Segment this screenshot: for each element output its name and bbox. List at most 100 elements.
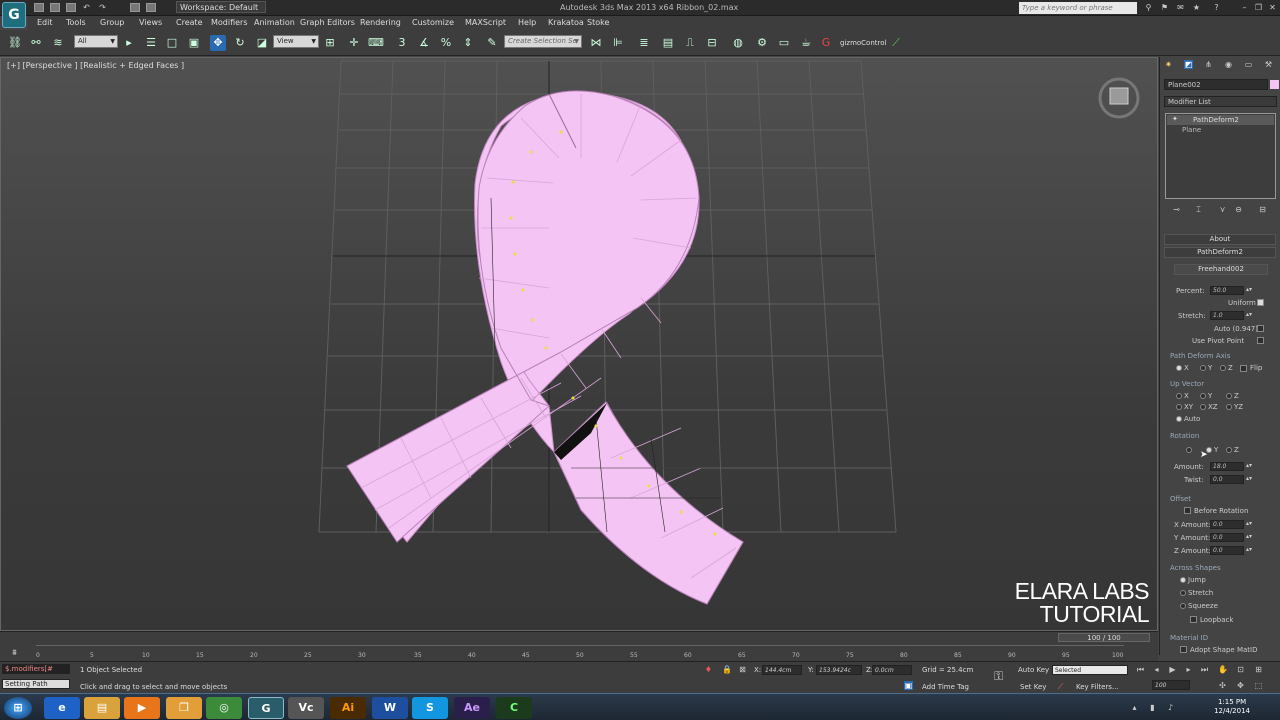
angle-snap-icon[interactable]: ∡	[416, 35, 432, 51]
taskbar-app-skype[interactable]: S	[412, 697, 448, 719]
squeeze-radio[interactable]	[1180, 603, 1186, 609]
x-coordinate-field[interactable]: 144.4cm	[762, 665, 802, 675]
zoom-extents-all-icon[interactable]: ⊞	[1254, 665, 1263, 674]
3dsmax-taskbar-icon[interactable]: G	[248, 697, 284, 719]
flip-checkbox[interactable]	[1240, 365, 1247, 372]
uniform-checkbox[interactable]	[1257, 299, 1264, 306]
keyboard-shortcut-icon[interactable]: ⌨	[368, 35, 384, 51]
up-y-radio[interactable]	[1200, 393, 1206, 399]
mirror-icon[interactable]: ⋈	[588, 35, 604, 51]
modifier-list-dropdown[interactable]: Modifier List	[1164, 96, 1277, 107]
minimize-icon[interactable]: –	[1240, 3, 1249, 12]
menu-create[interactable]: Create	[176, 18, 203, 27]
gizmo-control-label[interactable]: gizmoControl	[840, 39, 886, 47]
pin-stack-icon[interactable]: ⊸	[1172, 205, 1181, 214]
snaps-toggle-icon[interactable]: 3	[394, 35, 410, 51]
axis-z-radio[interactable]	[1220, 365, 1226, 371]
stretch-spinner[interactable]: 1.0	[1210, 311, 1252, 320]
tray-arrow-icon[interactable]: ▴	[1130, 703, 1139, 712]
time-tag-icon[interactable]: ▣	[904, 681, 913, 690]
spinner-snap-icon[interactable]: ⇕	[460, 35, 476, 51]
percent-snap-icon[interactable]: %	[438, 35, 454, 51]
communication-icon[interactable]: ✉	[1176, 3, 1185, 12]
taskbar-app-cinema[interactable]: C	[496, 697, 532, 719]
current-frame-field[interactable]: 100	[1152, 680, 1190, 690]
percent-spinner[interactable]: 50.0	[1210, 286, 1252, 295]
adopt-matid-checkbox[interactable]	[1180, 646, 1187, 653]
menu-animation[interactable]: Animation	[254, 18, 295, 27]
prev-frame-icon[interactable]: ◂	[1152, 665, 1161, 674]
isolate-icon[interactable]: ♦	[704, 665, 713, 674]
named-selection-set-dropdown[interactable]: Create Selection Se	[504, 35, 582, 48]
new-file-icon[interactable]	[34, 3, 44, 12]
time-slider[interactable]: 100 / 100	[1058, 633, 1150, 642]
set-key-button[interactable]: Set Key	[1020, 683, 1046, 691]
open-file-icon[interactable]	[50, 3, 60, 12]
select-manipulate-icon[interactable]: ✛	[346, 35, 362, 51]
maxscript-listener-line1[interactable]: $.modifiers[#	[2, 664, 70, 674]
pivot-center-icon[interactable]: ⊞	[322, 35, 338, 51]
menu-modifiers[interactable]: Modifiers	[211, 18, 248, 27]
menu-customize[interactable]: Customize	[412, 18, 454, 27]
add-time-tag[interactable]: Add Time Tag	[922, 683, 969, 691]
app-logo-icon[interactable]: G	[2, 2, 26, 28]
up-x-radio[interactable]	[1176, 393, 1182, 399]
layer-manager-icon[interactable]: ≣	[636, 35, 652, 51]
taskbar-app-after-effects[interactable]: Ae	[454, 697, 490, 719]
menu-krakatoa[interactable]: Krakatoa	[548, 18, 584, 27]
volume-icon[interactable]: ♪	[1166, 703, 1175, 712]
axis-x-radio[interactable]	[1176, 365, 1182, 371]
auto-stretch-checkbox[interactable]	[1257, 325, 1264, 332]
gizmo-extra-icon[interactable]: ⟋	[888, 35, 904, 51]
render-setup-icon[interactable]: ⚙	[754, 35, 770, 51]
taskbar-app-illustrator[interactable]: Ai	[330, 697, 366, 719]
rendered-frame-icon[interactable]: ▭	[776, 35, 792, 51]
menu-tools[interactable]: Tools	[66, 18, 86, 27]
unlink-icon[interactable]: ⚯	[28, 35, 44, 51]
absolute-mode-icon[interactable]: ⊠	[738, 665, 747, 674]
display-tab-icon[interactable]: ▭	[1244, 60, 1253, 69]
folder-icon[interactable]: ❐	[166, 697, 202, 719]
auto-key-button[interactable]: Auto Key	[1018, 666, 1049, 674]
graphite-ribbon-icon[interactable]: ▤	[660, 35, 676, 51]
stretch-radio[interactable]	[1180, 590, 1186, 596]
subscription-icon[interactable]: ⚑	[1160, 3, 1169, 12]
track-bar[interactable]: 0 5 10 15 20 25 30 35 40 45 50 55 60 65 …	[36, 645, 1124, 661]
key-filter-icon[interactable]: ⟋	[1056, 682, 1065, 691]
z-coordinate-field[interactable]: 0.0cm	[872, 665, 912, 675]
key-filters-button[interactable]: Key Filters...	[1076, 683, 1119, 691]
help-icon[interactable]: ?	[1212, 3, 1221, 12]
gizmo-control-icon[interactable]: G	[818, 35, 834, 51]
menu-rendering[interactable]: Rendering	[360, 18, 401, 27]
taskbar-app-word[interactable]: W	[372, 697, 408, 719]
reference-coordinate-dropdown[interactable]: View	[273, 35, 319, 48]
up-z-radio[interactable]	[1226, 393, 1232, 399]
stack-item-pathdeform[interactable]: PathDeform2	[1167, 115, 1274, 125]
show-end-result-icon[interactable]: ⌶	[1194, 205, 1203, 214]
rot-z-radio[interactable]	[1226, 447, 1232, 453]
restore-icon[interactable]: ❐	[1254, 3, 1263, 12]
close-icon[interactable]: ✕	[1268, 3, 1277, 12]
select-rotate-icon[interactable]: ↻	[232, 35, 248, 51]
menu-edit[interactable]: Edit	[37, 18, 53, 27]
viewcube-icon[interactable]	[1098, 77, 1140, 119]
render-production-icon[interactable]: ☕	[798, 35, 814, 51]
up-yz-radio[interactable]	[1226, 404, 1232, 410]
z-amount-spinner[interactable]: 0.0	[1210, 546, 1252, 555]
selection-lock-icon[interactable]: 🔒	[722, 665, 732, 674]
y-coordinate-field[interactable]: 153.9424c	[816, 665, 862, 675]
favorites-icon[interactable]: ★	[1192, 3, 1201, 12]
before-rotation-checkbox[interactable]	[1184, 507, 1191, 514]
loopback-checkbox[interactable]	[1190, 616, 1197, 623]
about-rollout[interactable]: About	[1164, 234, 1276, 245]
chrome-icon[interactable]: ◎	[206, 697, 242, 719]
pan-view-icon[interactable]: ✋	[1218, 665, 1228, 674]
menu-views[interactable]: Views	[139, 18, 162, 27]
field-of-view-icon[interactable]: ✥	[1236, 681, 1245, 690]
pick-path-button[interactable]: Freehand002	[1174, 264, 1268, 275]
fetch-icon[interactable]	[146, 3, 156, 12]
hierarchy-tab-icon[interactable]: ⋔	[1204, 60, 1213, 69]
jump-radio[interactable]	[1180, 577, 1186, 583]
save-file-icon[interactable]	[66, 3, 76, 12]
perspective-viewport[interactable]: [+] [Perspective ] [Realistic + Edged Fa…	[0, 57, 1158, 631]
